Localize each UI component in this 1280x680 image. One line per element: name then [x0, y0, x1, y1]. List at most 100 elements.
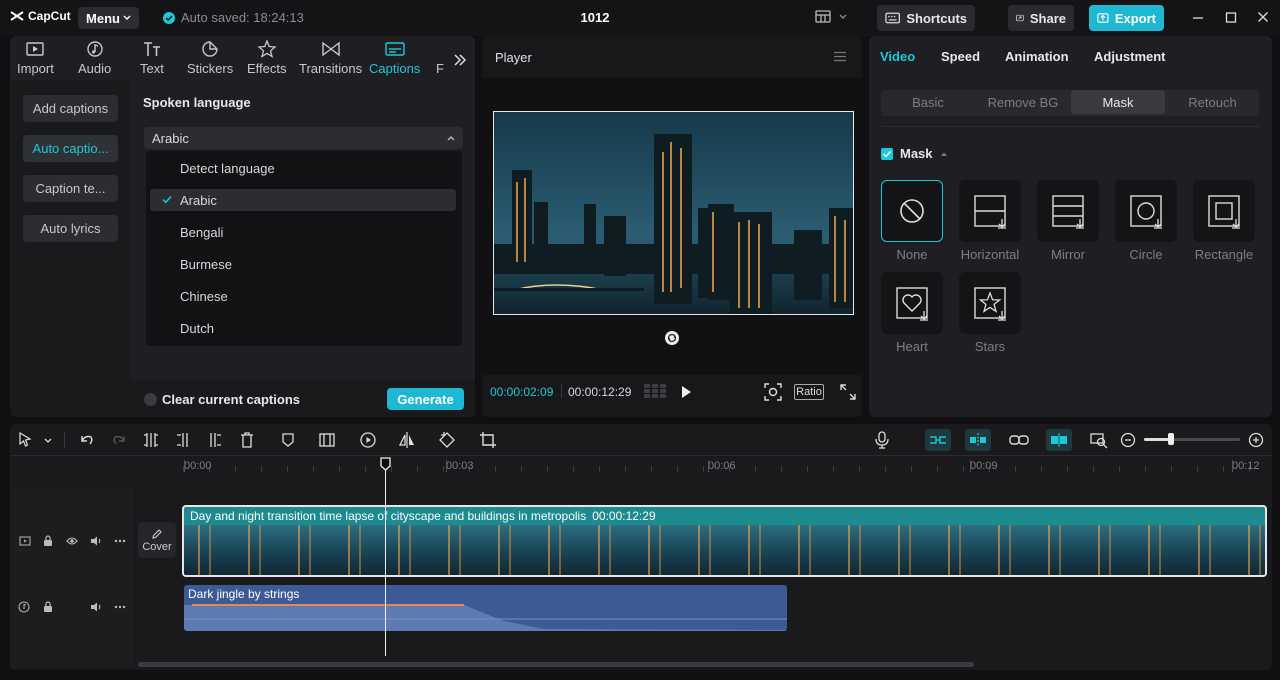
auto-snap-button[interactable]	[965, 429, 991, 451]
playhead[interactable]	[385, 458, 386, 656]
export-button[interactable]: Export	[1089, 5, 1164, 31]
city-skyline-image	[494, 112, 853, 314]
split-icon[interactable]	[143, 431, 159, 449]
language-option[interactable]: Chinese	[150, 285, 456, 307]
language-select[interactable]: Arabic	[144, 127, 463, 149]
generate-button[interactable]: Generate	[387, 388, 464, 410]
chevron-double-right-icon[interactable]	[453, 53, 467, 67]
tab-audio[interactable]: Audio	[78, 40, 111, 76]
select-tool-icon[interactable]	[18, 431, 52, 449]
keyboard-icon	[885, 12, 900, 24]
shortcuts-label: Shortcuts	[906, 10, 967, 26]
preview-axis-button[interactable]	[1046, 429, 1072, 451]
volume-icon[interactable]	[90, 601, 102, 613]
tab-captions[interactable]: Captions	[369, 40, 420, 76]
language-option[interactable]: Dutch	[150, 317, 456, 339]
tab-overflow[interactable]: F	[436, 61, 444, 76]
divider	[64, 432, 65, 448]
zoom-in-icon[interactable]	[1248, 431, 1264, 449]
tab-speed[interactable]: Speed	[941, 49, 980, 64]
chevron-down-icon	[123, 15, 131, 20]
playhead-handle-icon[interactable]	[380, 457, 391, 471]
screenshot-icon[interactable]	[764, 383, 782, 401]
mask-none[interactable]	[881, 180, 943, 242]
grid-view-icon[interactable]	[643, 383, 667, 399]
rotate-icon[interactable]	[664, 330, 680, 346]
layout-button[interactable]	[815, 10, 847, 23]
auto-captions-button[interactable]: Auto captio...	[23, 135, 118, 162]
circle-mask-icon	[1130, 195, 1162, 229]
mask-toggle[interactable]: Mask	[881, 146, 948, 161]
tab-video[interactable]: Video	[880, 49, 915, 64]
mask-rectangle[interactable]	[1193, 180, 1255, 242]
video-clip[interactable]: Day and night transition time lapse of c…	[182, 505, 1267, 577]
mask-horizontal[interactable]	[959, 180, 1021, 242]
lock-icon[interactable]	[43, 601, 53, 613]
undo-icon[interactable]	[79, 431, 95, 449]
delete-icon[interactable]	[239, 431, 255, 449]
tab-adjustment[interactable]: Adjustment	[1094, 49, 1166, 64]
tab-stickers[interactable]: Stickers	[187, 40, 233, 76]
mask-mirror[interactable]	[1037, 180, 1099, 242]
main-track-magnet-button[interactable]	[925, 429, 951, 451]
link-icon[interactable]	[1009, 431, 1029, 449]
language-option[interactable]: Detect language	[150, 157, 456, 179]
fullscreen-icon[interactable]	[840, 384, 856, 400]
zoom-to-fit-icon[interactable]	[1090, 431, 1108, 449]
microphone-icon[interactable]	[874, 431, 890, 449]
add-captions-button[interactable]: Add captions	[23, 95, 118, 122]
more-icon[interactable]	[114, 605, 126, 609]
marker-icon[interactable]	[280, 431, 296, 449]
timeline-scrollbar[interactable]	[138, 662, 974, 667]
language-option-selected[interactable]: Arabic	[150, 189, 456, 211]
rotate-clip-icon[interactable]	[438, 431, 456, 449]
zoom-slider[interactable]	[1144, 433, 1240, 445]
preview-axis-icon	[1051, 433, 1067, 447]
more-icon[interactable]	[114, 539, 126, 543]
minimize-icon[interactable]	[1192, 10, 1204, 24]
mask-circle[interactable]	[1115, 180, 1177, 242]
subtab-basic[interactable]: Basic	[882, 90, 974, 114]
tab-transitions[interactable]: Transitions	[299, 40, 362, 76]
subtab-mask[interactable]: Mask	[1071, 90, 1165, 114]
ratio-button[interactable]: Ratio	[794, 384, 824, 400]
freeze-frame-icon[interactable]	[318, 431, 336, 449]
mirror-icon[interactable]	[398, 431, 416, 449]
reverse-play-icon[interactable]	[359, 431, 377, 449]
hamburger-icon[interactable]	[833, 51, 847, 62]
clear-captions-checkbox[interactable]: Clear current captions	[144, 392, 300, 407]
tab-effects[interactable]: Effects	[247, 40, 287, 76]
mask-stars[interactable]	[959, 272, 1021, 334]
language-option[interactable]: Burmese	[150, 253, 456, 275]
subtab-retouch[interactable]: Retouch	[1167, 90, 1258, 114]
tab-animation[interactable]: Animation	[1005, 49, 1069, 64]
caption-templates-button[interactable]: Caption te...	[23, 175, 118, 202]
play-icon[interactable]	[680, 385, 692, 399]
maximize-icon[interactable]	[1225, 10, 1237, 24]
menu-button[interactable]: Menu	[78, 7, 139, 29]
tab-text[interactable]: Text	[140, 40, 164, 76]
split-left-icon[interactable]	[175, 431, 191, 449]
audio-clip[interactable]: Dark jingle by strings	[184, 585, 787, 631]
video-clip-title: Day and night transition time lapse of c…	[190, 509, 587, 523]
zoom-out-icon[interactable]	[1120, 431, 1136, 449]
shortcuts-button[interactable]: Shortcuts	[877, 5, 975, 31]
ruler-label: 00:12	[1232, 460, 1260, 472]
crop-icon[interactable]	[479, 431, 497, 449]
close-icon[interactable]	[1257, 10, 1269, 24]
lock-icon[interactable]	[43, 535, 53, 547]
share-button[interactable]: Share	[1008, 5, 1074, 31]
auto-lyrics-button[interactable]: Auto lyrics	[23, 215, 118, 242]
subtab-remove-bg[interactable]: Remove BG	[977, 90, 1069, 114]
redo-icon[interactable]	[111, 431, 127, 449]
mask-heart[interactable]	[881, 272, 943, 334]
cover-button[interactable]: Cover	[138, 522, 176, 558]
tab-import[interactable]: Import	[17, 40, 54, 76]
zoom-slider-thumb[interactable]	[1168, 433, 1174, 445]
split-right-icon[interactable]	[207, 431, 223, 449]
volume-icon[interactable]	[90, 535, 102, 547]
eye-icon[interactable]	[66, 536, 78, 546]
heart-mask-icon	[896, 287, 928, 321]
language-option[interactable]: Bengali	[150, 221, 456, 243]
video-preview[interactable]	[493, 111, 854, 315]
